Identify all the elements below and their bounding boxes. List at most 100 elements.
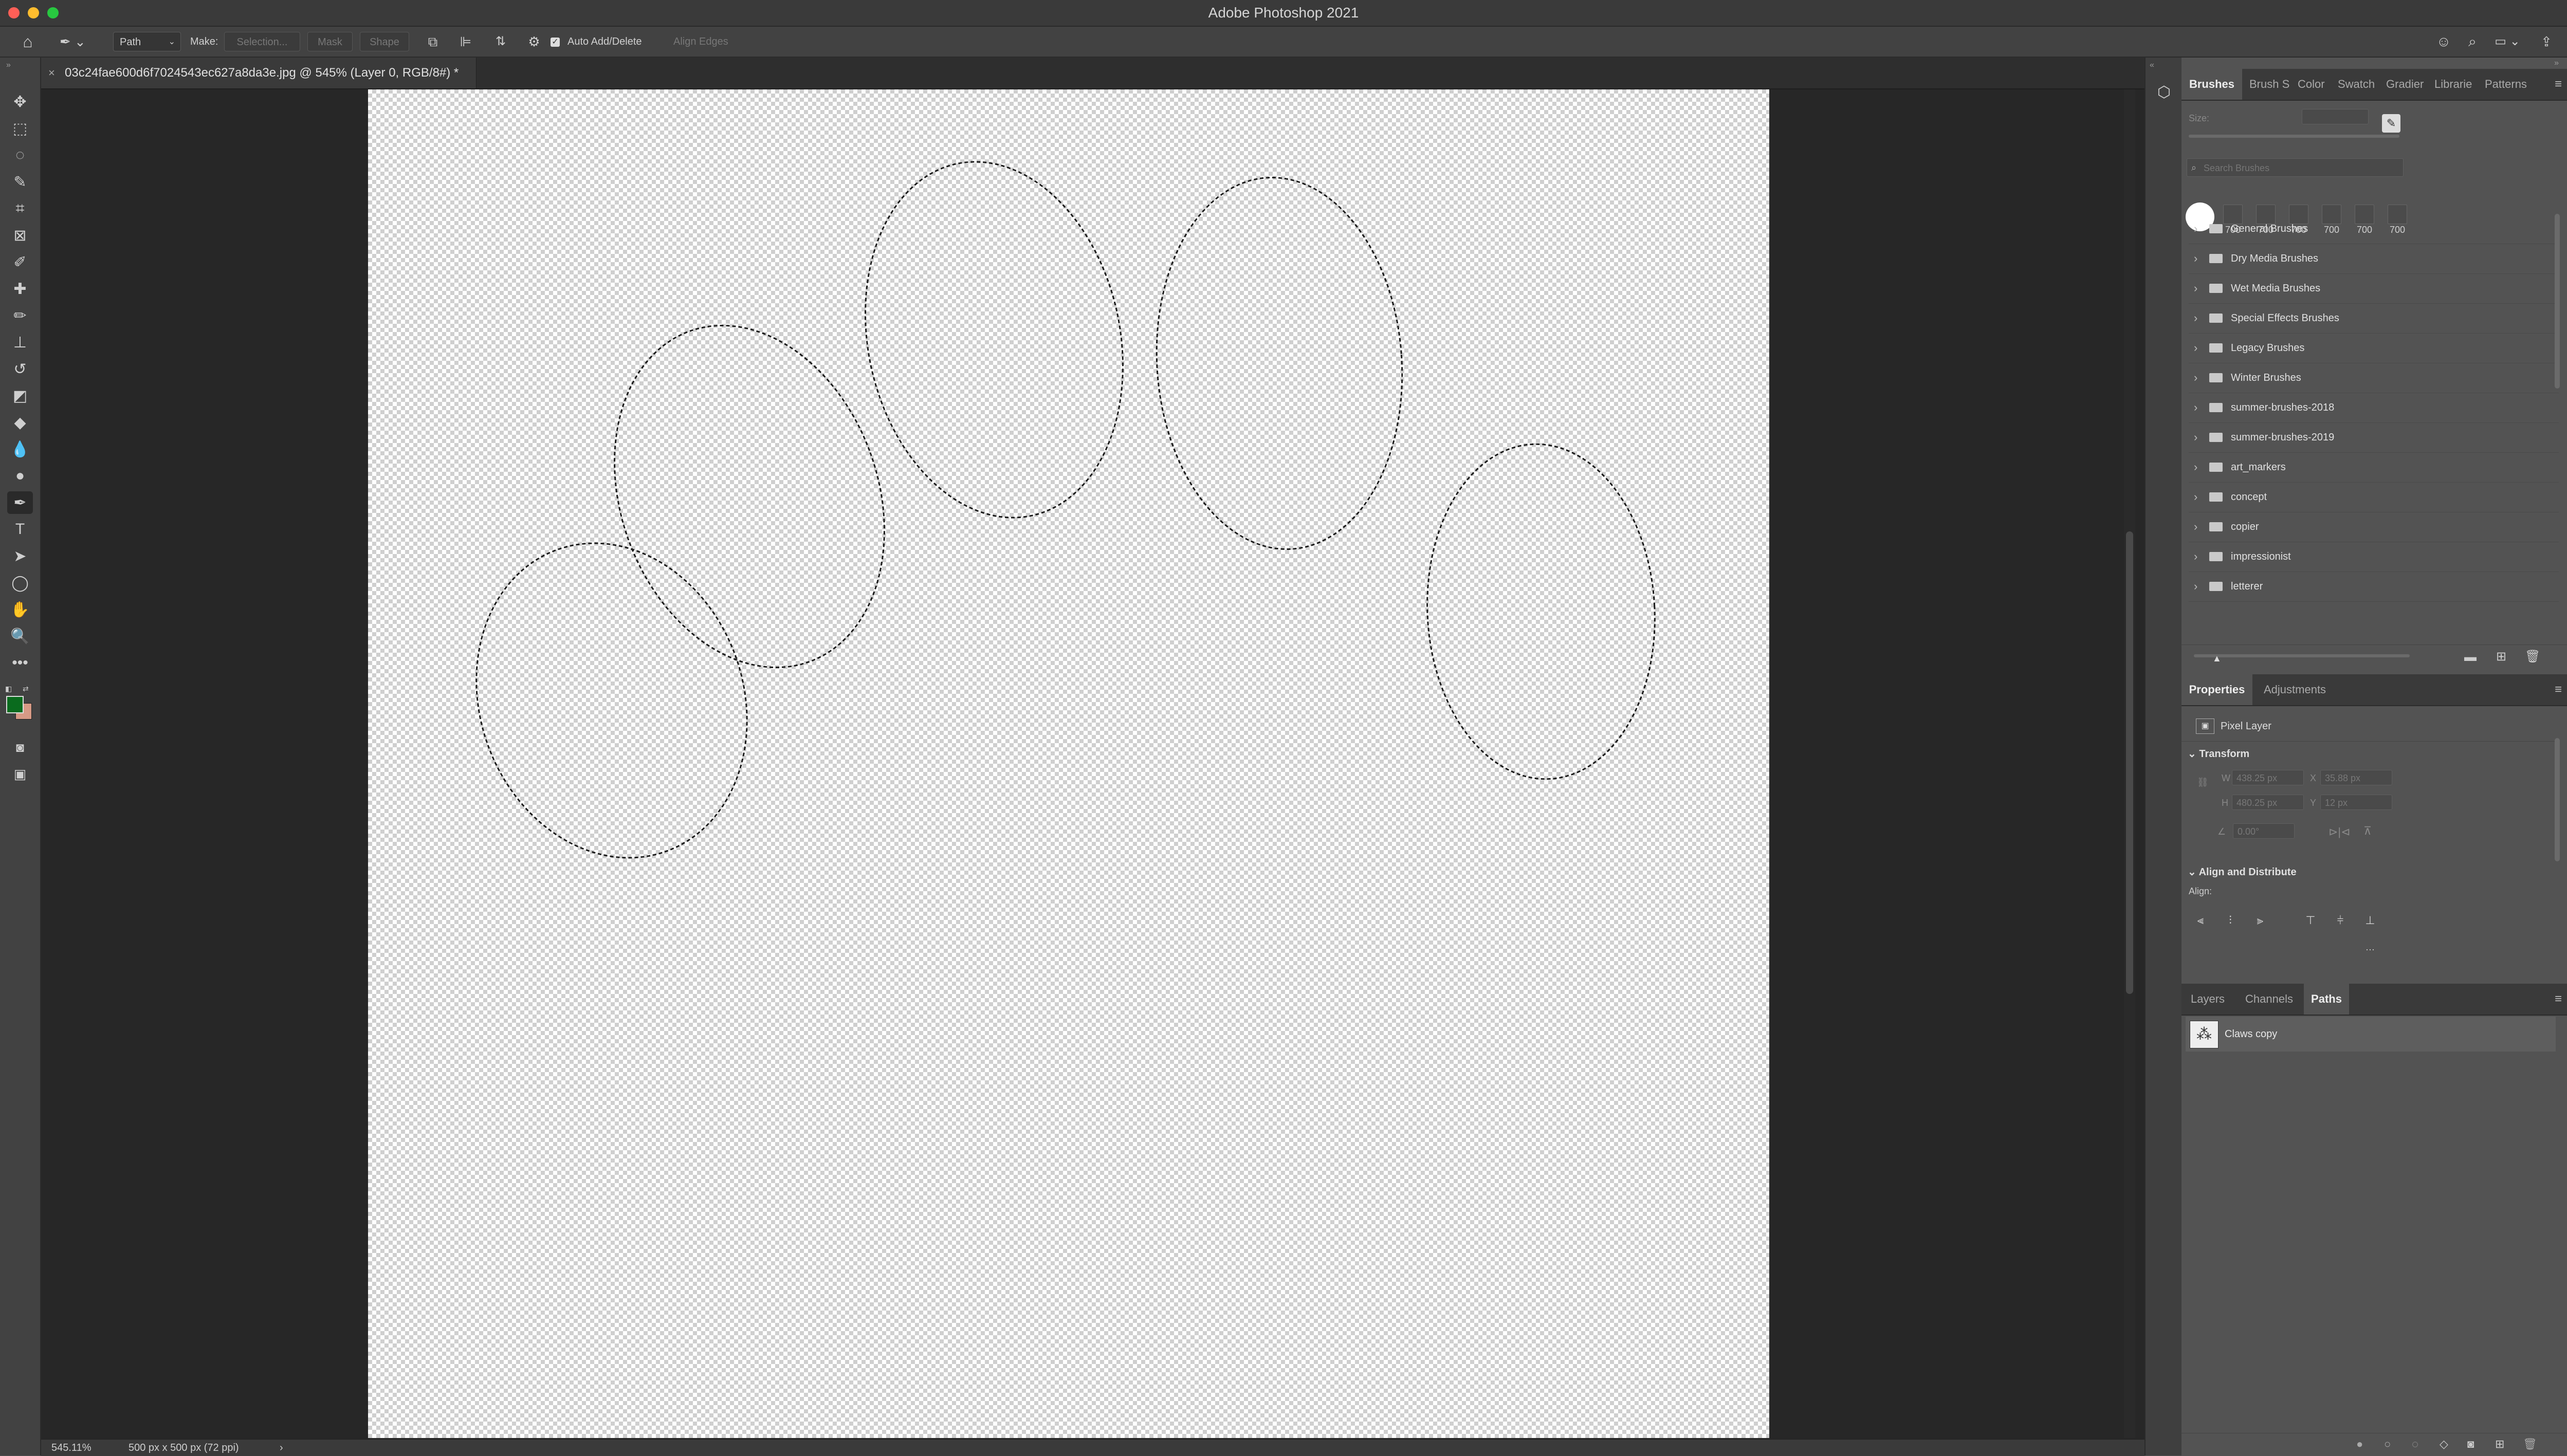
healing-icon[interactable]: ✚ [7,278,33,300]
pen-icon[interactable]: ✒ [7,491,33,514]
chevron-right-icon[interactable]: › [2194,244,2197,273]
properties-scrollbar[interactable] [2555,738,2560,861]
make-mask-button[interactable]: Mask [307,32,353,51]
panel-menu-icon[interactable]: ≡ [2555,984,2562,1015]
chevron-right-icon[interactable]: › [2194,572,2197,601]
stroke-path-icon[interactable]: ○ [2384,1437,2391,1451]
more-options-icon[interactable]: ··· [2362,942,2378,957]
align-top-icon[interactable]: ⊤ [2303,913,2318,928]
auto-add-delete-checkbox[interactable]: ✓ [549,32,561,51]
tab-brushes[interactable]: Brushes [2181,69,2242,100]
canvas[interactable] [368,89,1769,1438]
dodge-icon[interactable]: ● [7,465,33,487]
eyedropper-icon[interactable]: ✐ [7,251,33,273]
transform-heading[interactable]: ⌄ Transform [2188,746,2249,762]
quick-select-icon[interactable]: ✎ [7,171,33,193]
ellipse-icon[interactable]: ◯ [7,572,33,594]
collapse-toolbar-icon[interactable]: » [6,61,11,70]
history-brush-icon[interactable]: ↺ [7,358,33,380]
blur-icon[interactable]: 💧 [7,438,33,460]
collapse-panels-icon[interactable]: « [2150,61,2154,70]
stamp-icon[interactable]: ⊥ [7,331,33,354]
brush-folder[interactable]: › Wet Media Brushes [2189,273,2559,304]
tab-adjustments[interactable]: Adjustments [2264,674,2326,705]
path-alignment-icon[interactable]: ⊫ [455,32,476,51]
marquee-icon[interactable]: ⬚ [7,117,33,140]
move-icon[interactable]: ✥ [7,90,33,113]
brush-folder[interactable]: › letterer [2189,572,2559,602]
align-distribute-heading[interactable]: ⌄ Align and Distribute [2188,864,2297,880]
document-tab[interactable]: × 03c24fae600d6f7024543ec627a8da3e.jpg @… [41,58,477,88]
size-input[interactable] [2302,109,2369,124]
tab-gradients[interactable]: Gradier [2386,69,2424,100]
tab-properties[interactable]: Properties [2181,674,2252,705]
claw-path-5[interactable] [1419,438,1663,785]
brush-folder[interactable]: › Dry Media Brushes [2189,244,2559,274]
chevron-right-icon[interactable]: › [2194,273,2197,303]
add-mask-icon[interactable]: ◙ [2467,1437,2474,1451]
align-bottom-icon[interactable]: ⊥ [2362,913,2378,928]
path-name[interactable]: Claws copy [2225,1017,2277,1052]
link-icon[interactable]: ⛓ [2197,777,2209,788]
path-arrangement-icon[interactable]: ⇅ [488,32,513,51]
crop-icon[interactable]: ⌗ [7,197,33,220]
brush-folder[interactable]: › Legacy Brushes [2189,333,2559,363]
make-shape-button[interactable]: Shape [360,32,409,51]
path-operations-icon[interactable]: ⧉ [423,32,443,51]
path-as-selection-icon[interactable]: ◌ [2412,1437,2418,1451]
claw-path-4[interactable] [1144,169,1414,557]
tab-libraries[interactable]: Librarie [2434,69,2472,100]
x-input[interactable]: 35.88 px [2320,770,2392,785]
chevron-right-icon[interactable]: › [2194,363,2197,393]
swap-colors-icon[interactable]: ⇄ [23,685,29,693]
align-vertical-center-icon[interactable]: ⫩ [2333,913,2348,928]
thumbnail-size-slider[interactable] [2194,654,2410,657]
fill-path-icon[interactable]: ● [2356,1437,2363,1451]
y-input[interactable]: 12 px [2320,795,2392,810]
chevron-right-icon[interactable]: › [2194,214,2197,244]
chevron-right-icon[interactable]: › [2194,303,2197,333]
type-icon[interactable]: T [7,518,33,541]
zoom-level[interactable]: 545.11% [51,1440,91,1456]
gear-icon[interactable]: ⚙ [525,32,543,51]
align-right-icon[interactable]: ⫸ [2252,913,2268,928]
chevron-right-icon[interactable]: › [2194,333,2197,363]
brush-preview-icon[interactable]: ✎ [2382,114,2400,133]
path-select-icon[interactable]: ➤ [7,545,33,567]
screen-mode-icon[interactable]: ▣ [7,763,33,785]
align-left-icon[interactable]: ⫷ [2193,913,2208,928]
more-icon[interactable]: ••• [7,652,33,674]
panel-menu-icon[interactable]: ≡ [2555,69,2562,100]
chevron-right-icon[interactable]: › [280,1440,283,1456]
brush-folder[interactable]: › summer-brushes-2019 [2189,422,2559,453]
brush-folder[interactable]: › General Brushes [2189,214,2559,244]
search-icon[interactable]: ⌕ [2462,32,2483,51]
brush-folder[interactable]: › art_markers [2189,452,2559,483]
default-colors-icon[interactable]: ◧ [5,685,12,693]
tab-brush-settings[interactable]: Brush S [2249,69,2289,100]
brush-folder[interactable]: › concept [2189,482,2559,512]
tab-layers[interactable]: Layers [2191,984,2225,1015]
make-work-path-icon[interactable]: ◇ [2440,1437,2448,1451]
make-selection-button[interactable]: Selection... [224,32,300,51]
slider-handle-icon[interactable]: ▲ [2212,653,2222,664]
trash-icon[interactable]: 🗑 [2523,1437,2537,1451]
path-row[interactable]: ⁂ Claws copy [2186,1017,2556,1052]
width-input[interactable]: 438.25 px [2232,770,2304,785]
tab-channels[interactable]: Channels [2245,984,2293,1015]
size-slider[interactable] [2189,135,2399,138]
search-brushes-input[interactable] [2203,161,2400,175]
brush-folder[interactable]: › summer-brushes-2018 [2189,393,2559,423]
height-input[interactable]: 480.25 px [2232,795,2304,810]
brush-folder[interactable]: › Special Effects Brushes [2189,303,2559,334]
brush-folder[interactable]: › Winter Brushes [2189,363,2559,393]
tab-color[interactable]: Color [2298,69,2325,100]
flip-vertical-icon[interactable]: ⊼ [2363,824,2372,838]
chevron-right-icon[interactable]: › [2194,422,2197,452]
zoom-icon[interactable]: 🔍 [7,625,33,648]
chevron-right-icon[interactable]: › [2194,452,2197,482]
search-brushes-field[interactable]: ⌕ [2187,158,2404,177]
chevron-right-icon[interactable]: › [2194,393,2197,422]
trash-icon[interactable]: 🗑 [2525,649,2540,664]
hand-icon[interactable]: ✋ [7,598,33,621]
